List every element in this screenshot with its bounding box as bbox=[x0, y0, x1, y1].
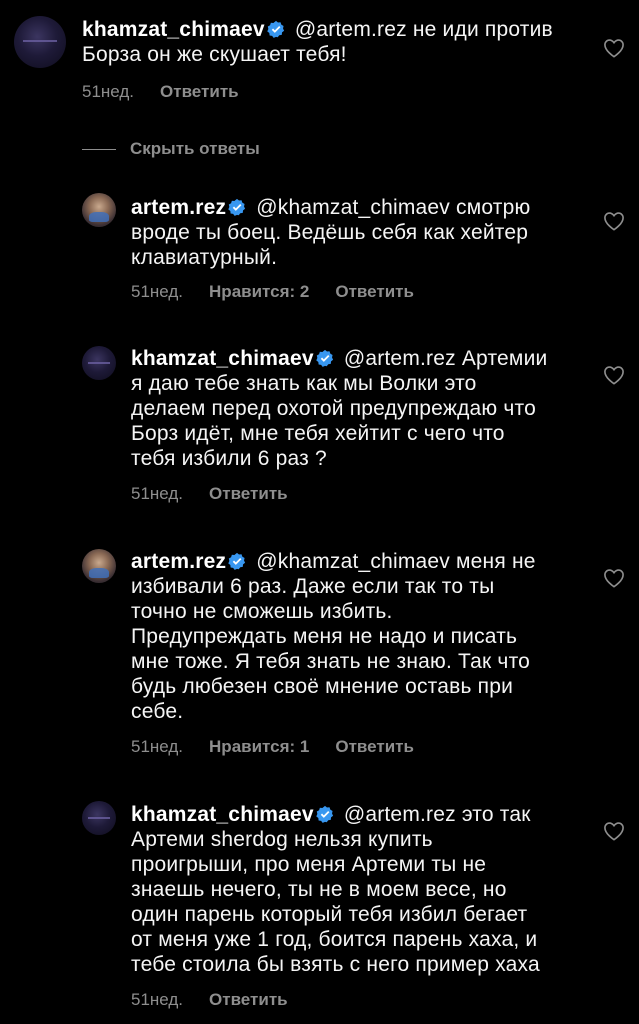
comment-line: @artem.rez не иди против bbox=[294, 18, 553, 41]
comment-line: себе. bbox=[131, 700, 184, 723]
avatar[interactable] bbox=[82, 801, 116, 835]
avatar[interactable] bbox=[14, 16, 66, 68]
comment-time: 51нед. bbox=[131, 282, 184, 301]
avatar[interactable] bbox=[82, 193, 116, 227]
comment-text: khamzat_chimaev @artem.rez Артемии я даю… bbox=[131, 346, 621, 471]
likes-count[interactable]: Нравится: 2 bbox=[209, 282, 309, 301]
comment-line: тебя избили 6 раз ? bbox=[131, 447, 327, 470]
likes-count[interactable]: Нравится: 1 bbox=[209, 737, 309, 756]
hide-replies-button[interactable]: Скрыть ответы bbox=[82, 137, 260, 161]
comment-line: делаем перед охотой предупреждаю что bbox=[131, 397, 536, 420]
reply-button[interactable]: Ответить bbox=[160, 82, 239, 101]
reply-button[interactable]: Ответить bbox=[209, 484, 288, 503]
comment-line: тебе стоила бы взять с него пример хаха bbox=[131, 953, 540, 976]
heart-icon[interactable] bbox=[603, 38, 625, 58]
username[interactable]: khamzat_chimaev bbox=[131, 803, 314, 826]
verified-badge-icon bbox=[228, 552, 246, 570]
comment-line: @khamzat_chimaev меня не bbox=[256, 550, 536, 573]
comment-meta: 51нед. Ответить bbox=[131, 484, 314, 504]
heart-icon[interactable] bbox=[603, 821, 625, 841]
verified-badge-icon bbox=[316, 805, 333, 823]
heart-icon[interactable] bbox=[603, 568, 625, 588]
comment-line: будь любезен своё мнение оставь при bbox=[131, 675, 514, 698]
heart-icon[interactable] bbox=[603, 211, 625, 231]
comment-time: 51нед. bbox=[82, 82, 135, 101]
hide-replies-label: Скрыть ответы bbox=[130, 139, 260, 158]
comment-line: знаешь нечего, ты не в моем весе, но bbox=[131, 878, 507, 901]
comment-text: artem.rez @khamzat_chimaev меня не избив… bbox=[131, 549, 621, 724]
comment-line: Предупреждать меня не надо и писать bbox=[131, 625, 518, 648]
username[interactable]: artem.rez bbox=[131, 550, 226, 573]
comment-line: клавиатурный. bbox=[131, 246, 278, 269]
comment-meta: 51нед. Нравится: 1 Ответить bbox=[131, 737, 440, 757]
verified-badge-icon bbox=[267, 20, 284, 38]
comment-text: artem.rez @khamzat_chimaev смотрю вроде … bbox=[131, 195, 621, 270]
username[interactable]: artem.rez bbox=[131, 196, 226, 219]
verified-badge-icon bbox=[228, 198, 246, 216]
avatar[interactable] bbox=[82, 549, 116, 583]
username[interactable]: khamzat_chimaev bbox=[131, 347, 314, 370]
heart-icon[interactable] bbox=[603, 365, 625, 385]
comment-line: проигрыши, про меня Артеми ты не bbox=[131, 853, 487, 876]
comment-line: @artem.rez это так bbox=[343, 803, 531, 826]
reply-button[interactable]: Ответить bbox=[209, 990, 288, 1009]
comment-time: 51нед. bbox=[131, 737, 184, 756]
comment-line: @khamzat_chimaev смотрю bbox=[256, 196, 531, 219]
comment-line: Борз идёт, мне тебя хейтит с чего что bbox=[131, 422, 505, 445]
comment-line: один парень который тебя избил бегает bbox=[131, 903, 528, 926]
username[interactable]: khamzat_chimaev bbox=[82, 18, 265, 41]
comment-meta: 51нед. Ответить bbox=[82, 82, 265, 102]
divider bbox=[82, 148, 116, 150]
comment-line: Борза он же скушает тебя! bbox=[82, 43, 347, 66]
comment-line: точно не сможешь избить. bbox=[131, 600, 393, 623]
comment-line: я даю тебе знать как мы Волки это bbox=[131, 372, 477, 395]
avatar[interactable] bbox=[82, 346, 116, 380]
comment-time: 51нед. bbox=[131, 484, 184, 503]
verified-badge-icon bbox=[316, 349, 333, 367]
comment-text: khamzat_chimaev @artem.rez не иди против… bbox=[82, 17, 602, 67]
comment-line: мне тоже. Я тебя знать не знаю. Так что bbox=[131, 650, 531, 673]
comment-text: khamzat_chimaev @artem.rez это так Артем… bbox=[131, 802, 621, 977]
comment-meta: 51нед. Ответить bbox=[131, 990, 314, 1010]
comment-line: вроде ты боец. Ведёшь себя как хейтер bbox=[131, 221, 529, 244]
reply-button[interactable]: Ответить bbox=[335, 282, 414, 301]
comment-time: 51нед. bbox=[131, 990, 184, 1009]
comment-line: Артеми sherdog нельзя купить bbox=[131, 828, 433, 851]
comment-meta: 51нед. Нравится: 2 Ответить bbox=[131, 282, 440, 302]
comment-line: @artem.rez Артемии bbox=[343, 347, 548, 370]
comment-line: избивали 6 раз. Даже если так то ты bbox=[131, 575, 495, 598]
reply-button[interactable]: Ответить bbox=[335, 737, 414, 756]
comment-line: от меня уже 1 год, боится парень хаха, и bbox=[131, 928, 538, 951]
